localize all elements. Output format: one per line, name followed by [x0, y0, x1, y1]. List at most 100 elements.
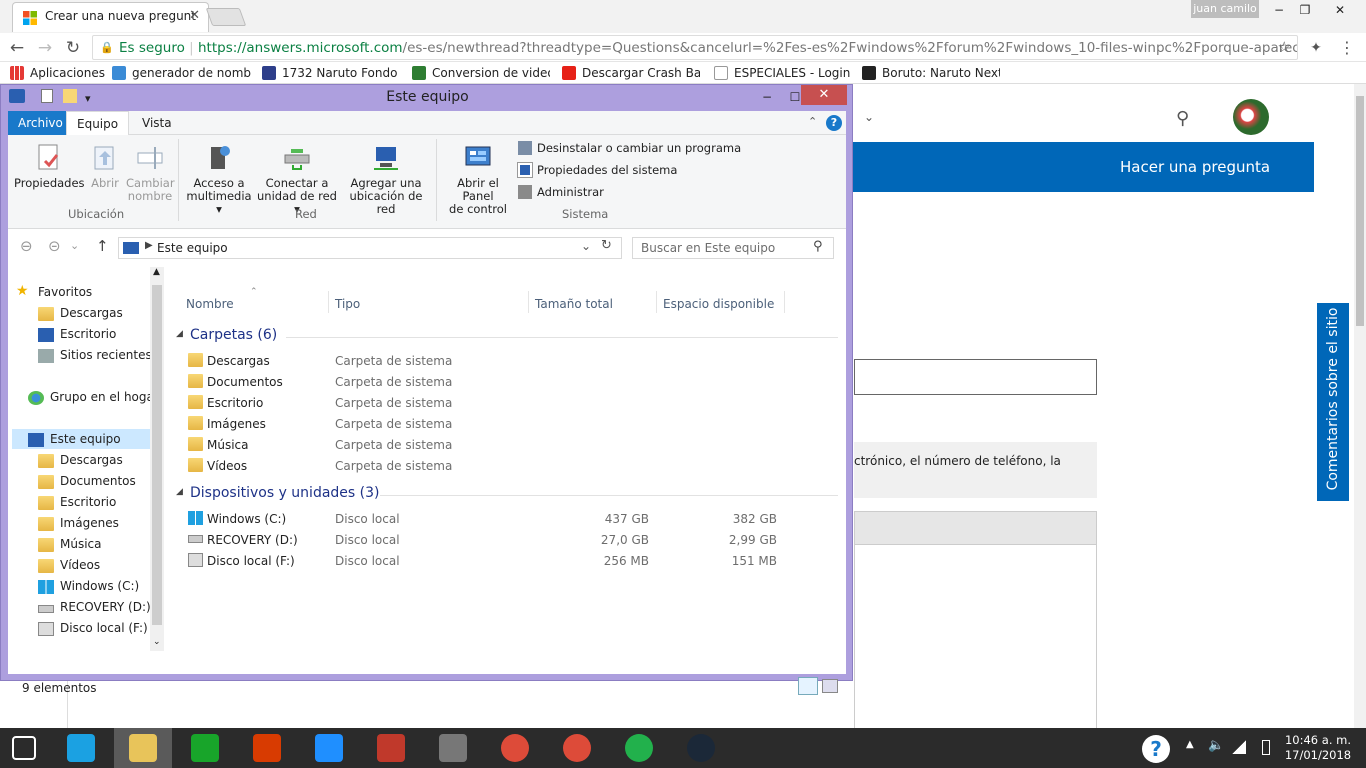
page-scrollbar[interactable] — [1354, 84, 1366, 728]
taskbar-app-colorful-button[interactable] — [238, 728, 296, 768]
title-input[interactable] — [854, 359, 1097, 395]
nav-item-documentos[interactable]: Documentos — [38, 474, 136, 489]
bookmark-item[interactable]: 1732 Naruto Fondos — [262, 66, 398, 80]
table-row[interactable]: Documentos Carpeta de sistema — [188, 372, 838, 392]
system-properties-button[interactable]: Propiedades del sistema — [517, 162, 677, 178]
nav-item-musica[interactable]: Música — [38, 537, 102, 552]
bookmark-item[interactable]: Conversion de video — [412, 66, 550, 80]
tab-vista[interactable]: Vista — [132, 111, 182, 135]
group-header-dispositivos[interactable]: Dispositivos y unidades (3) — [190, 485, 380, 501]
search-icon[interactable]: ⚲ — [1176, 108, 1189, 129]
table-row[interactable]: Descargas Carpeta de sistema — [188, 351, 838, 371]
taskbar-store-button[interactable] — [176, 728, 234, 768]
bookmark-star-icon[interactable]: ☆ — [1278, 38, 1291, 56]
bookmark-item[interactable]: Boruto: Naruto Next ( — [862, 66, 1000, 80]
extension-icon[interactable]: ✦ — [1305, 37, 1327, 59]
nav-item-grupo-hogar[interactable]: Grupo en el hogar — [28, 390, 159, 405]
column-espacio-disponible[interactable]: Espacio disponible — [663, 297, 774, 311]
close-button[interactable]: ✕ — [1318, 0, 1362, 20]
nav-item-favoritos[interactable]: ★ Favoritos — [16, 283, 92, 299]
nav-item-imagenes[interactable]: Imágenes — [38, 516, 119, 531]
taskbar-chrome-2-button[interactable] — [548, 728, 606, 768]
recent-dropdown-icon[interactable]: ⌄ — [70, 239, 79, 252]
nav-item-escritorio[interactable]: Escritorio — [38, 495, 116, 510]
ribbon-collapse-icon[interactable]: ⌃ — [808, 115, 817, 128]
back-nav-icon[interactable]: ⊖ — [20, 237, 33, 255]
bookmark-item[interactable]: generador de nombr — [112, 66, 252, 80]
menu-icon[interactable]: ⋮ — [1336, 37, 1358, 59]
properties-qat-icon[interactable] — [41, 89, 53, 103]
help-icon[interactable]: ? — [826, 115, 842, 131]
table-row[interactable]: RECOVERY (D:) Disco local 27,0 GB 2,99 GB — [188, 530, 838, 550]
column-tipo[interactable]: Tipo — [335, 297, 360, 311]
taskbar-file-explorer-button[interactable] — [114, 728, 172, 768]
map-network-drive-button[interactable]: Conectar a unidad de red ▾ — [254, 143, 340, 216]
address-field[interactable]: ▶ Este equipo ⌄ ↻ — [118, 237, 622, 259]
nav-item-recovery-d[interactable]: RECOVERY (D:) — [38, 600, 151, 614]
avatar[interactable] — [1233, 99, 1269, 135]
add-network-location-button[interactable]: Agregar una ubicación de red — [340, 143, 432, 216]
ask-question-button[interactable]: Hacer una pregunta — [1120, 158, 1270, 176]
back-icon[interactable]: ← — [6, 37, 28, 59]
column-nombre[interactable]: Nombre — [186, 297, 234, 311]
table-row[interactable]: Música Carpeta de sistema — [188, 435, 838, 455]
chevron-down-icon[interactable]: ⌄ — [864, 110, 874, 124]
table-row[interactable]: Imágenes Carpeta de sistema — [188, 414, 838, 434]
collapse-group-icon[interactable]: ◢ — [176, 487, 183, 497]
tab-close-icon[interactable]: ✕ — [189, 8, 200, 23]
battery-icon[interactable] — [1262, 740, 1270, 755]
bookmark-apps[interactable]: Aplicaciones — [10, 66, 110, 80]
nav-scrollbar[interactable]: ▲ ⌄ — [150, 267, 164, 651]
group-header-carpetas[interactable]: Carpetas (6) — [190, 327, 277, 343]
editor-area[interactable] — [854, 544, 1097, 728]
browser-tab[interactable]: Crear una nueva pregunt ✕ — [12, 2, 209, 32]
nav-item-disco-f[interactable]: Disco local (F:) — [38, 621, 148, 636]
address-dropdown-icon[interactable]: ⌄ — [581, 239, 591, 253]
nav-item-windows-c[interactable]: Windows (C:) — [38, 579, 139, 594]
refresh-icon[interactable]: ↻ — [601, 238, 612, 253]
help-tray-icon[interactable]: ? — [1142, 735, 1170, 763]
taskbar-app-ccleaner-button[interactable] — [300, 728, 358, 768]
rename-button[interactable]: Cambiar nombre — [126, 143, 175, 203]
table-row[interactable]: Escritorio Carpeta de sistema — [188, 393, 838, 413]
bookmark-item[interactable]: Descargar Crash Banc — [562, 66, 700, 80]
table-row[interactable]: Vídeos Carpeta de sistema — [188, 456, 838, 476]
nav-item-este-equipo[interactable]: Este equipo — [28, 432, 121, 447]
control-panel-button[interactable]: Abrir el Panel de control — [442, 143, 514, 216]
table-row[interactable]: Windows (C:) Disco local 437 GB 382 GB — [188, 509, 838, 529]
taskbar-app-green-button[interactable] — [610, 728, 668, 768]
wifi-icon[interactable] — [1232, 740, 1246, 754]
manage-button[interactable]: Administrar — [518, 185, 604, 199]
search-input[interactable]: Buscar en Este equipo ⚲ — [632, 237, 834, 259]
table-row[interactable]: Disco local (F:) Disco local 256 MB 151 MB — [188, 551, 838, 571]
details-view-icon[interactable] — [798, 677, 818, 695]
explorer-minimize-button[interactable]: − — [753, 85, 781, 109]
nav-item-escritorio[interactable]: Escritorio — [38, 327, 116, 342]
large-icons-view-icon[interactable] — [822, 679, 838, 693]
taskbar-steam-button[interactable] — [672, 728, 730, 768]
explorer-close-button[interactable]: ✕ — [801, 85, 847, 105]
taskbar-app-red-button[interactable] — [362, 728, 420, 768]
taskbar-internet-explorer-button[interactable] — [52, 728, 110, 768]
bookmark-item[interactable]: ESPECIALES - Login U — [714, 66, 852, 80]
new-tab-button[interactable] — [205, 8, 247, 26]
uninstall-program-button[interactable]: Desinstalar o cambiar un programa — [518, 141, 741, 155]
media-access-button[interactable]: Acceso a multimedia ▾ — [184, 143, 254, 216]
taskbar-chrome-button[interactable] — [486, 728, 544, 768]
nav-item-descargas[interactable]: Descargas — [38, 453, 123, 468]
taskbar-app-microphone-button[interactable] — [424, 728, 482, 768]
nav-item-descargas[interactable]: Descargas — [38, 306, 123, 321]
nav-item-videos[interactable]: Vídeos — [38, 558, 100, 573]
profile-badge[interactable]: juan camilo — [1191, 0, 1259, 18]
column-tamano-total[interactable]: Tamaño total — [535, 297, 613, 311]
reload-icon[interactable]: ↻ — [62, 37, 84, 59]
open-button[interactable]: Abrir — [86, 143, 124, 190]
site-feedback-tab[interactable]: Comentarios sobre el sitio — [1317, 303, 1349, 501]
explorer-titlebar[interactable]: ▾ Este equipo − ☐ ✕ — [1, 85, 854, 111]
new-folder-qat-icon[interactable] — [63, 89, 77, 103]
address-bar[interactable]: 🔒 Es seguro | https://answers.microsoft.… — [92, 35, 1298, 60]
forward-icon[interactable]: → — [34, 37, 56, 59]
collapse-group-icon[interactable]: ◢ — [176, 329, 183, 339]
nav-item-sitios-recientes[interactable]: Sitios recientes — [38, 348, 152, 363]
clock[interactable]: 10:46 a. m. 17/01/2018 — [1283, 733, 1353, 763]
